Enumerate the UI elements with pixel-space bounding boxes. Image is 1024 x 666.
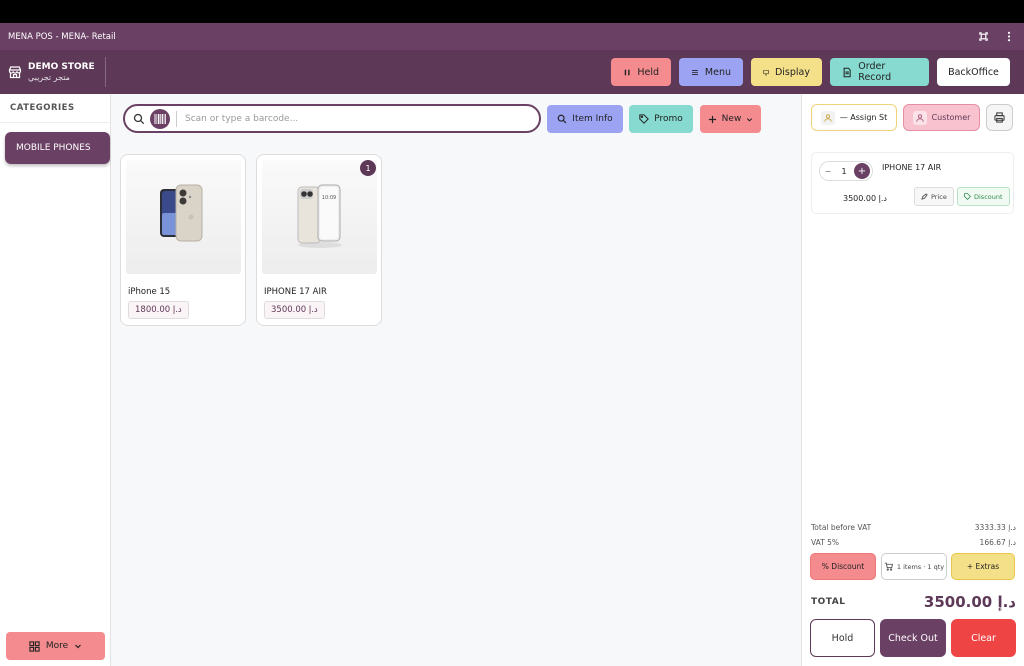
discount-btn-label: Discount [974, 192, 1003, 201]
printer-icon [994, 112, 1005, 123]
tag-icon [639, 114, 650, 124]
store-subtitle: متجر تجريبي [28, 72, 70, 82]
order-discount-button[interactable]: % Discount [810, 553, 876, 580]
store-name: DEMO STORE [28, 61, 95, 72]
pencil-icon [921, 193, 928, 200]
more-vertical-icon[interactable] [1002, 30, 1016, 44]
total-row: TOTAL 3500.00 د.إ [811, 593, 1016, 611]
hold-button[interactable]: Hold [810, 619, 875, 657]
grid-icon [29, 640, 40, 652]
expand-icon[interactable] [976, 30, 990, 44]
promo-button[interactable]: Promo [629, 105, 693, 133]
cart-line-item: − 1 + IPHONE 17 AIR 3500.00 د.إ Price Di… [811, 152, 1014, 214]
items-summary-label: 1 items · 1 qty [896, 562, 945, 571]
app-header: DEMO STORE متجر تجريبي Held Menu Display… [0, 50, 1024, 94]
product-price: 1800.00 د.إ [128, 301, 189, 319]
more-label: More [45, 641, 69, 651]
total-value: 3500.00 د.إ [923, 593, 1016, 611]
search-icon [557, 114, 567, 124]
held-label: Held [637, 66, 659, 78]
vat-label: VAT 5% [811, 538, 840, 547]
edit-price-button[interactable]: Price [914, 187, 954, 206]
quantity-value: 1 [841, 166, 847, 176]
display-button[interactable]: Display [751, 58, 822, 86]
product-image: 10:09 [262, 160, 377, 274]
item-info-button[interactable]: Item Info [547, 105, 623, 133]
categories-sidebar: CATEGORIES MOBILE PHONES More [0, 94, 111, 666]
new-label: New [721, 114, 742, 124]
line-item-name: IPHONE 17 AIR [882, 163, 942, 172]
plus-icon [708, 115, 716, 123]
product-card[interactable]: 10:09 1 IPHONE 17 AIR 3500.00 د.إ [256, 154, 382, 326]
tag-icon [964, 193, 971, 200]
category-mobile-phones[interactable]: MOBILE PHONES [5, 132, 110, 164]
cart-icon [884, 562, 893, 571]
backoffice-label: BackOffice [948, 66, 999, 78]
categories-title: CATEGORIES [0, 94, 110, 123]
price-btn-label: Price [931, 192, 947, 201]
print-button[interactable] [986, 104, 1013, 131]
total-label: TOTAL [811, 597, 846, 607]
pause-icon [624, 69, 630, 75]
product-card[interactable]: iPhone 15 1800.00 د.إ [120, 154, 246, 326]
clear-button[interactable]: Clear [951, 619, 1016, 657]
order-record-label: Order Record [858, 61, 892, 83]
monitor-icon [763, 69, 769, 75]
vat-value: 166.67 د.إ [979, 538, 1016, 547]
search-bar[interactable] [123, 104, 541, 133]
barcode-search-input[interactable] [185, 113, 525, 124]
store-info: DEMO STORE متجر تجريبي [8, 57, 106, 87]
store-icon [8, 66, 22, 79]
quantity-badge: 1 [360, 160, 376, 176]
item-info-label: Item Info [572, 114, 613, 124]
search-icon [133, 113, 145, 124]
plus-button[interactable]: + [854, 163, 870, 179]
checkout-button[interactable]: Check Out [880, 619, 946, 657]
search-divider [176, 110, 177, 127]
chevron-down-icon [75, 644, 82, 649]
customer-button[interactable]: Customer [903, 104, 980, 131]
product-name: IPHONE 17 AIR [264, 287, 327, 297]
menu-button[interactable]: Menu [679, 58, 743, 86]
customer-label: Customer [931, 113, 971, 122]
hamburger-icon [691, 69, 698, 75]
extras-button[interactable]: + Extras [951, 553, 1015, 580]
window-title: MENA POS - MENA- Retail [8, 31, 116, 42]
user-icon [820, 110, 835, 125]
cart-panel: — Assign St Customer − 1 + IPHONE 17 AIR… [801, 94, 1024, 666]
total-before-vat-row: Total before VAT 3333.33 د.إ [811, 523, 1016, 532]
new-button[interactable]: New [700, 105, 761, 133]
order-record-button[interactable]: Order Record [830, 58, 929, 86]
display-label: Display [774, 66, 810, 78]
document-icon [843, 67, 851, 77]
held-button[interactable]: Held [611, 58, 671, 86]
svg-text:10:09: 10:09 [321, 195, 335, 201]
minus-button[interactable]: − [820, 167, 836, 176]
product-price: 3500.00 د.إ [264, 301, 325, 319]
barcode-icon[interactable] [150, 108, 170, 129]
user-icon [912, 110, 927, 125]
more-button[interactable]: More [6, 632, 105, 660]
total-before-vat-value: 3333.33 د.إ [974, 523, 1016, 532]
window-titlebar: MENA POS - MENA- Retail [0, 23, 1024, 50]
backoffice-button[interactable]: BackOffice [937, 58, 1010, 86]
product-name: iPhone 15 [128, 287, 171, 297]
promo-label: Promo [654, 114, 683, 124]
items-summary-button[interactable]: 1 items · 1 qty [881, 553, 947, 580]
assign-label: — Assign St [839, 113, 888, 122]
line-discount-button[interactable]: Discount [957, 187, 1010, 206]
vat-row: VAT 5% 166.67 د.إ [811, 538, 1016, 547]
product-image [126, 160, 241, 274]
assign-staff-button[interactable]: — Assign St [811, 104, 897, 131]
line-item-price: 3500.00 د.إ [843, 194, 887, 203]
quantity-stepper: − 1 + [819, 161, 873, 181]
system-status-bar [0, 0, 1024, 23]
chevron-down-icon [747, 117, 753, 122]
total-before-vat-label: Total before VAT [811, 523, 872, 532]
product-area: Item Info Promo New iPhone 15 1800.00 د.… [111, 94, 801, 666]
menu-label: Menu [704, 66, 731, 78]
